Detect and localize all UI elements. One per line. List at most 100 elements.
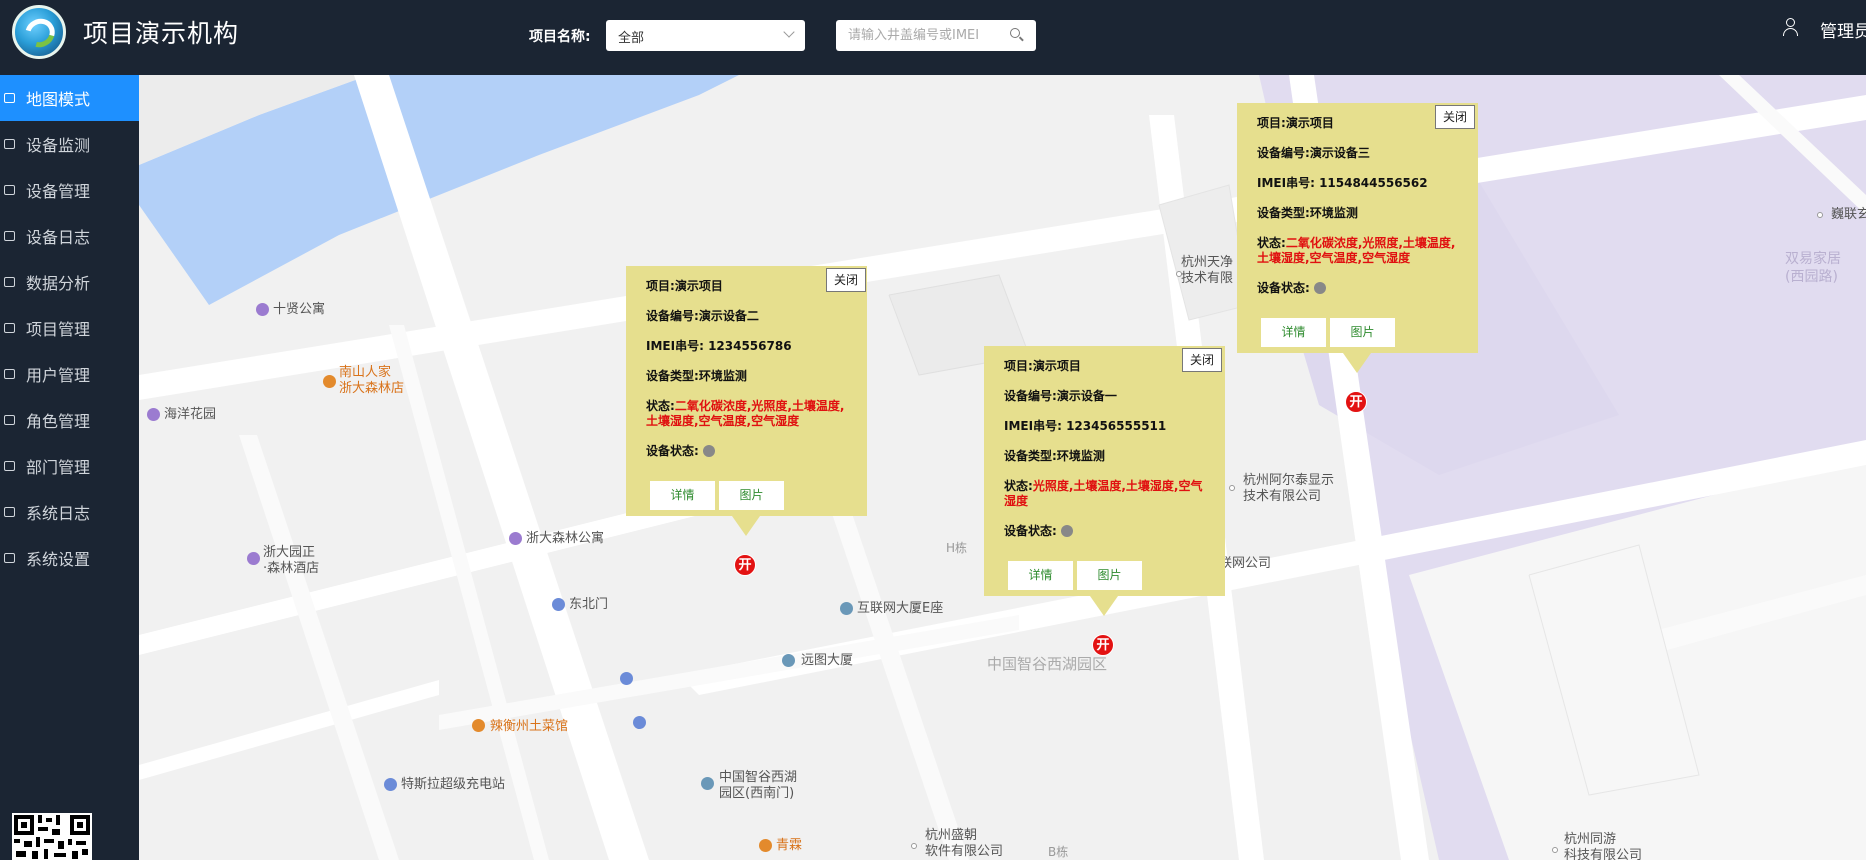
map-label: 技术有限公司 xyxy=(1243,489,1322,504)
search-icon[interactable] xyxy=(1010,28,1020,38)
sidebar-item-label: 设备监测 xyxy=(26,136,91,155)
popup-pointer xyxy=(732,516,760,536)
map-label: 青霖 xyxy=(776,838,803,853)
popup-code-row: 设备编号:演示设备三 xyxy=(1257,146,1370,160)
popup-pointer xyxy=(1090,596,1118,616)
device-marker[interactable]: 开 xyxy=(1092,634,1114,656)
map-label: 杭州同游 xyxy=(1564,832,1617,847)
popup-type-row: 设备类型:环境监测 xyxy=(1004,449,1105,463)
charging-station-icon xyxy=(384,778,397,791)
sidebar-item-role-manage[interactable]: 角色管理 xyxy=(0,397,139,443)
sidebar-item-label: 系统日志 xyxy=(26,504,91,523)
device-popup: 关闭 项目:演示项目 设备编号:演示设备二 IMEI串号: 1234556786… xyxy=(626,266,867,536)
monitor-icon xyxy=(4,139,15,149)
poi-pin-icon xyxy=(247,552,260,565)
search-input[interactable] xyxy=(836,20,1036,51)
bus-stop-icon xyxy=(620,672,633,685)
status-dot-icon xyxy=(1313,282,1326,294)
popup-code-row: 设备编号:演示设备二 xyxy=(646,309,759,323)
popup-type-row: 设备类型:环境监测 xyxy=(646,369,747,383)
map-canvas[interactable]: 十贤公寓 海洋花园 南山人家 浙大森林店 浙大森林公寓 浙大园正 ·森林酒店 东… xyxy=(139,75,1866,860)
popup-imei-row: IMEI串号: 1234556786 xyxy=(646,339,792,353)
project-select-value: 全部 xyxy=(618,31,645,46)
detail-button[interactable]: 详情 xyxy=(1261,318,1326,347)
sidebar-item-system-settings[interactable]: 系统设置 xyxy=(0,535,139,581)
poi-dot-icon xyxy=(1552,847,1558,853)
sidebar: 地图模式 设备监测 设备管理 设备日志 数据分析 项目管理 用户管理 角色管理 … xyxy=(0,75,139,860)
project-icon xyxy=(4,323,15,333)
popup-project-row: 项目:演示项目 xyxy=(1257,116,1334,130)
device-popup: 关闭 项目:演示项目 设备编号:演示设备一 IMEI串号: 1234565555… xyxy=(984,346,1225,616)
detail-button[interactable]: 详情 xyxy=(1008,561,1073,590)
popup-state-row: 状态:二氧化碳浓度,光照度,土壤温度,土壤湿度,空气温度,空气湿度 xyxy=(646,399,845,428)
project-filter-label: 项目名称: xyxy=(529,29,591,45)
building-icon xyxy=(840,602,853,615)
popup-state-row: 状态:二氧化碳浓度,光照度,土壤温度,土壤湿度,空气温度,空气湿度 xyxy=(1257,236,1456,265)
restaurant-icon xyxy=(323,375,336,388)
detail-button[interactable]: 详情 xyxy=(650,481,715,510)
sidebar-item-device-log[interactable]: 设备日志 xyxy=(0,213,139,259)
sidebar-item-label: 角色管理 xyxy=(26,412,91,431)
analysis-icon xyxy=(4,277,15,287)
sidebar-item-project-manage[interactable]: 项目管理 xyxy=(0,305,139,351)
user-icon[interactable] xyxy=(1783,18,1798,36)
map-label: 浙大森林公寓 xyxy=(526,531,605,546)
map-mode-icon xyxy=(4,93,15,103)
poi-pin-icon xyxy=(256,303,269,316)
sidebar-item-device-monitor[interactable]: 设备监测 xyxy=(0,121,139,167)
project-select[interactable]: 全部 xyxy=(606,20,805,51)
sidebar-item-label: 设备管理 xyxy=(26,182,91,201)
popup-type-row: 设备类型:环境监测 xyxy=(1257,206,1358,220)
map-label: (西园路) xyxy=(1785,269,1838,285)
map-label: 联网公司 xyxy=(1219,556,1272,571)
sidebar-item-label: 系统设置 xyxy=(26,550,91,569)
user-manage-icon xyxy=(4,369,15,379)
map-label: 浙大森林店 xyxy=(339,381,405,396)
poi-dot-icon xyxy=(911,843,917,849)
sidebar-item-user-manage[interactable]: 用户管理 xyxy=(0,351,139,397)
sidebar-item-label: 设备日志 xyxy=(26,228,91,247)
sidebar-item-label: 用户管理 xyxy=(26,366,91,385)
logo-icon xyxy=(12,5,66,59)
status-dot-icon xyxy=(1060,525,1073,537)
sidebar-item-system-log[interactable]: 系统日志 xyxy=(0,489,139,535)
popup-project-row: 项目:演示项目 xyxy=(646,279,723,293)
building-icon xyxy=(782,654,795,667)
map-label: 杭州盛朝 xyxy=(925,828,978,843)
restaurant-icon xyxy=(472,719,485,732)
sidebar-item-label: 项目管理 xyxy=(26,320,91,339)
device-marker[interactable]: 开 xyxy=(1345,391,1367,413)
photo-button[interactable]: 图片 xyxy=(719,481,784,510)
map-label: 远图大厦 xyxy=(801,653,854,668)
map-label: 中国智谷西湖 xyxy=(719,770,798,785)
photo-button[interactable]: 图片 xyxy=(1077,561,1142,590)
popup-device-state-row: 设备状态: xyxy=(1257,281,1467,296)
poi-pin-icon xyxy=(509,532,522,545)
bus-stop-icon xyxy=(633,716,646,729)
sidebar-item-data-analysis[interactable]: 数据分析 xyxy=(0,259,139,305)
status-dot-icon xyxy=(702,445,715,457)
device-popup: 关闭 项目:演示项目 设备编号:演示设备三 IMEI串号: 1154844556… xyxy=(1237,103,1478,373)
sidebar-item-device-manage[interactable]: 设备管理 xyxy=(0,167,139,213)
device-marker[interactable]: 开 xyxy=(734,554,756,576)
map-label: 双易家居 xyxy=(1785,251,1841,267)
app-title: 项目演示机构 xyxy=(83,19,240,48)
map-label: B栋 xyxy=(1048,845,1069,859)
user-name[interactable]: 管理员 xyxy=(1820,17,1866,42)
map-label: 软件有限公司 xyxy=(925,844,1004,859)
poi-dot-icon xyxy=(1229,485,1235,491)
photo-button[interactable]: 图片 xyxy=(1330,318,1395,347)
sidebar-item-map-mode[interactable]: 地图模式 xyxy=(0,75,139,121)
gate-icon xyxy=(701,777,714,790)
map-label: 海洋花园 xyxy=(164,407,217,422)
map-label: 园区(西南门) xyxy=(719,786,795,801)
popup-device-state-row: 设备状态: xyxy=(646,444,856,459)
popup-code-row: 设备编号:演示设备一 xyxy=(1004,389,1117,403)
gate-icon xyxy=(552,598,565,611)
log-icon xyxy=(4,231,15,241)
role-icon xyxy=(4,415,15,425)
popup-device-state-row: 设备状态: xyxy=(1004,524,1214,539)
map-label: 中国智谷西湖园区 xyxy=(987,655,1108,673)
sidebar-item-dept-manage[interactable]: 部门管理 xyxy=(0,443,139,489)
chevron-down-icon xyxy=(783,26,795,38)
